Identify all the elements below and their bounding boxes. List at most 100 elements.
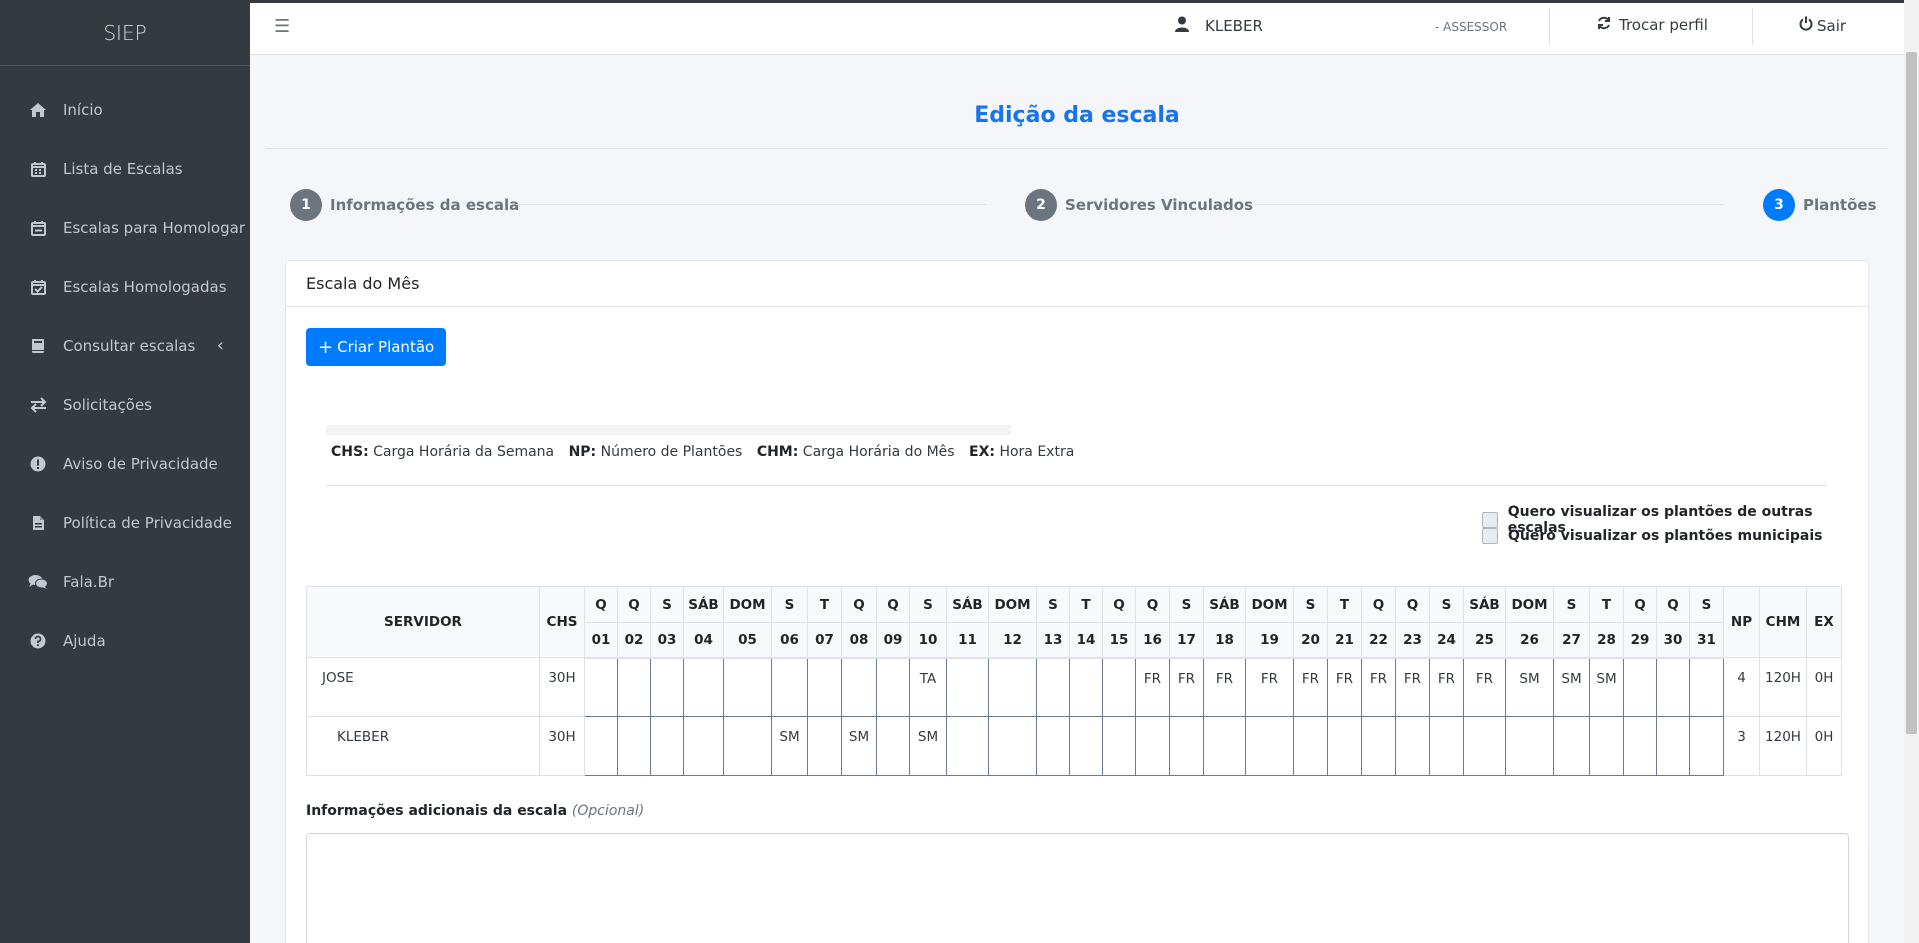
day-cell[interactable] — [1169, 716, 1204, 776]
day-cell[interactable]: SM — [909, 716, 947, 776]
switch-profile-label: Trocar perfil — [1619, 16, 1708, 34]
day-cell[interactable] — [1553, 716, 1590, 776]
day-cell[interactable] — [584, 716, 618, 776]
servidor-name: JOSE — [306, 657, 540, 717]
day-cell[interactable] — [584, 657, 618, 717]
checkbox-box[interactable] — [1482, 512, 1498, 528]
day-cell[interactable] — [988, 716, 1037, 776]
create-shift-button[interactable]: + Criar Plantão — [306, 328, 447, 366]
header-day: 21 — [1327, 622, 1362, 659]
day-cell[interactable] — [1102, 657, 1136, 717]
page-scrollbar[interactable] — [1904, 0, 1919, 943]
day-cell[interactable] — [1395, 716, 1430, 776]
step-servidores[interactable]: 2 Servidores Vinculados — [1025, 189, 1253, 221]
day-cell[interactable] — [876, 716, 910, 776]
day-cell[interactable] — [1069, 657, 1103, 717]
day-cell[interactable] — [723, 657, 772, 717]
day-cell[interactable]: SM — [1589, 657, 1624, 717]
day-cell[interactable] — [1623, 657, 1657, 717]
home-icon — [27, 100, 49, 120]
day-cell[interactable]: TA — [909, 657, 947, 717]
scrollbar-thumb[interactable] — [1906, 52, 1917, 734]
day-cell[interactable] — [650, 716, 684, 776]
sidebar-item-fala-br[interactable]: Fala.Br — [0, 552, 250, 611]
header-weekday: SÁB — [1463, 586, 1506, 623]
day-cell[interactable] — [807, 657, 842, 717]
day-cell[interactable] — [1135, 716, 1170, 776]
sidebar-item-politica-de-privacidade[interactable]: Política de Privacidade — [0, 493, 250, 552]
day-cell[interactable]: FR — [1169, 657, 1204, 717]
day-cell[interactable] — [946, 716, 989, 776]
header-day: 05 — [723, 622, 772, 659]
sidebar-item-ajuda[interactable]: Ajuda — [0, 611, 250, 670]
day-cell[interactable] — [1656, 657, 1690, 717]
day-cell[interactable]: FR — [1395, 657, 1430, 717]
day-cell[interactable] — [1036, 716, 1070, 776]
day-cell[interactable] — [1429, 716, 1464, 776]
header-weekday: Q — [1623, 586, 1657, 623]
day-cell[interactable] — [841, 657, 877, 717]
day-cell[interactable] — [650, 657, 684, 717]
header-day: 09 — [876, 622, 910, 659]
day-cell[interactable] — [617, 716, 651, 776]
header-day: 29 — [1623, 622, 1657, 659]
day-cell[interactable] — [1327, 716, 1362, 776]
day-cell[interactable]: SM — [1553, 657, 1590, 717]
day-cell[interactable]: FR — [1203, 657, 1246, 717]
day-cell[interactable] — [946, 657, 989, 717]
municipal-shifts-checkbox[interactable]: Quero visualizar os plantões municipais — [1482, 528, 1823, 544]
additional-info-textarea[interactable] — [306, 833, 1849, 943]
day-cell[interactable]: SM — [841, 716, 877, 776]
day-cell[interactable] — [1036, 657, 1070, 717]
day-cell[interactable] — [1245, 716, 1294, 776]
step-informacoes[interactable]: 1 Informações da escala — [290, 189, 519, 221]
sidebar-item-escalas-homologadas[interactable]: Escalas Homologadas — [0, 257, 250, 316]
day-cell[interactable] — [1293, 716, 1328, 776]
day-cell[interactable] — [1203, 716, 1246, 776]
day-cell[interactable]: FR — [1463, 657, 1506, 717]
day-cell[interactable] — [1689, 716, 1724, 776]
chs-cell: 30H — [539, 657, 585, 717]
menu-toggle-icon[interactable]: ☰ — [274, 16, 290, 37]
day-cell[interactable] — [1505, 716, 1554, 776]
day-cell[interactable] — [1689, 657, 1724, 717]
day-cell[interactable]: FR — [1293, 657, 1328, 717]
day-cell[interactable] — [1656, 716, 1690, 776]
day-cell[interactable]: SM — [771, 716, 808, 776]
day-cell[interactable] — [807, 716, 842, 776]
day-cell[interactable] — [683, 657, 724, 717]
day-cell[interactable]: SM — [1505, 657, 1554, 717]
sidebar-item-solicitacoes[interactable]: Solicitações — [0, 375, 250, 434]
day-cell[interactable] — [1463, 716, 1506, 776]
legend-item: CHM: Carga Horária do Mês — [756, 444, 955, 460]
sidebar-item-consultar-escalas[interactable]: Consultar escalas ‹ — [0, 316, 250, 375]
sidebar-item-label: Início — [63, 100, 103, 119]
brand-logo[interactable]: SIEP — [0, 0, 250, 66]
day-cell[interactable] — [988, 657, 1037, 717]
logout-button[interactable]: Sair — [1799, 16, 1846, 35]
day-cell[interactable] — [1623, 716, 1657, 776]
day-cell[interactable] — [876, 657, 910, 717]
sidebar-item-lista-de-escalas[interactable]: Lista de Escalas — [0, 139, 250, 198]
sidebar-item-inicio[interactable]: Início — [0, 80, 250, 139]
day-cell[interactable]: FR — [1135, 657, 1170, 717]
day-cell[interactable] — [1361, 716, 1396, 776]
sidebar-item-label: Consultar escalas — [63, 336, 196, 355]
day-cell[interactable] — [683, 716, 724, 776]
exchange-icon — [27, 395, 49, 415]
day-cell[interactable] — [617, 657, 651, 717]
day-cell[interactable] — [771, 657, 808, 717]
day-cell[interactable]: FR — [1361, 657, 1396, 717]
day-cell[interactable]: FR — [1429, 657, 1464, 717]
day-cell[interactable] — [1102, 716, 1136, 776]
day-cell[interactable] — [1069, 716, 1103, 776]
switch-profile-button[interactable]: Trocar perfil — [1597, 16, 1708, 34]
day-cell[interactable] — [723, 716, 772, 776]
day-cell[interactable]: FR — [1327, 657, 1362, 717]
sidebar-item-escalas-para-homologar[interactable]: Escalas para Homologar — [0, 198, 250, 257]
day-cell[interactable]: FR — [1245, 657, 1294, 717]
day-cell[interactable] — [1589, 716, 1624, 776]
step-plantoes[interactable]: 3 Plantões — [1763, 189, 1877, 221]
sidebar-item-aviso-de-privacidade[interactable]: Aviso de Privacidade — [0, 434, 250, 493]
checkbox-box[interactable] — [1482, 528, 1498, 544]
